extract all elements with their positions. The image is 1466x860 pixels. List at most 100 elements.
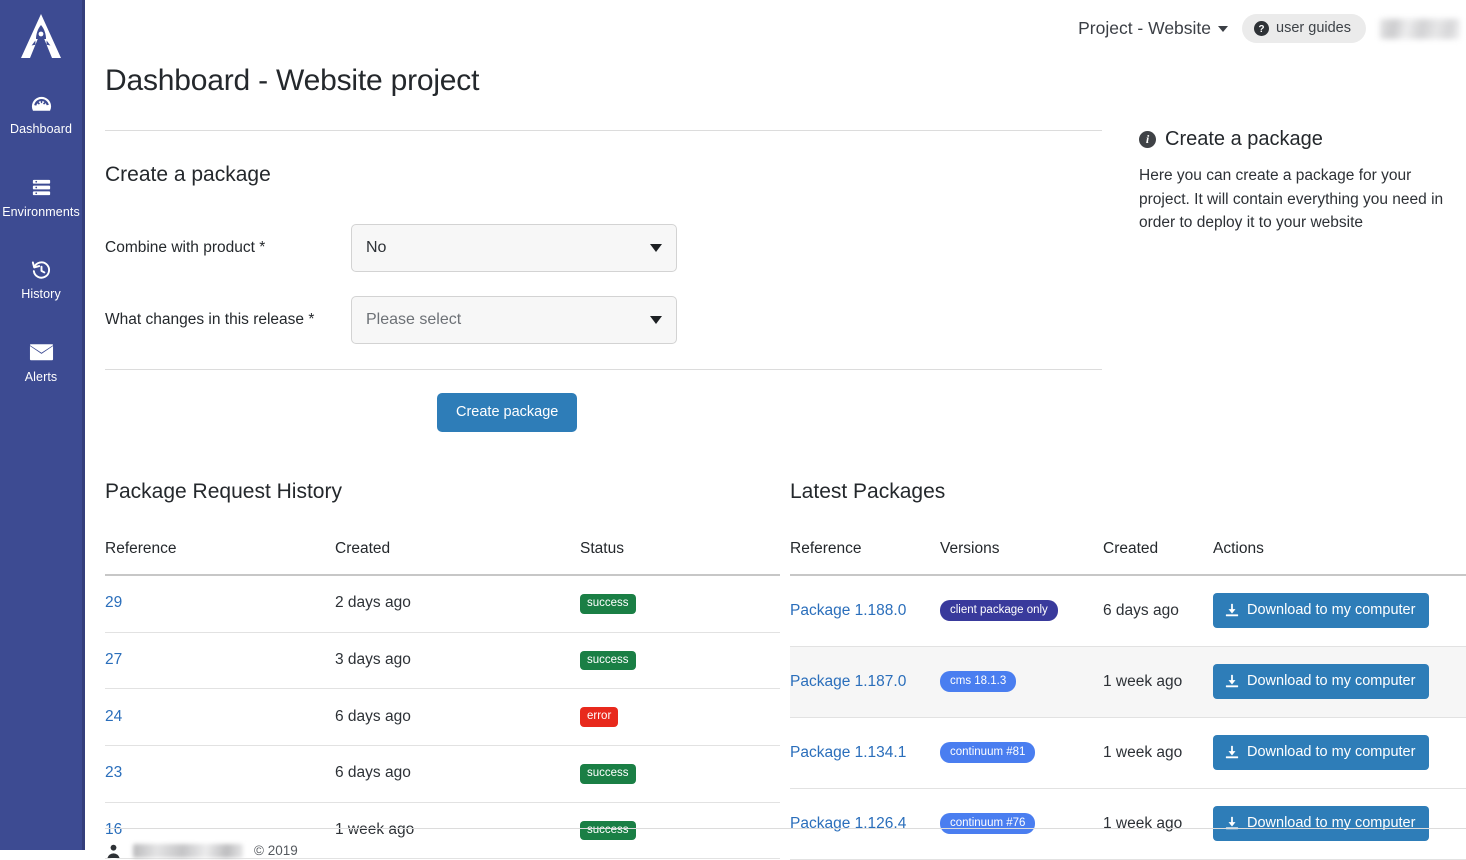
footer-copyright: © 2019 bbox=[254, 843, 298, 858]
column-header-actions: Actions bbox=[1213, 540, 1466, 576]
combine-with-product-value: No bbox=[366, 239, 387, 256]
chevron-down-icon bbox=[1218, 25, 1229, 32]
latest-packages-title: Latest Packages bbox=[790, 480, 946, 503]
table-row: 29 2 days ago success bbox=[105, 575, 780, 633]
table-header-row: Reference Created Status bbox=[105, 540, 780, 576]
user-avatar-icon bbox=[105, 842, 122, 859]
form-row-combine-with-product: Combine with product * No bbox=[105, 224, 677, 272]
chevron-down-icon bbox=[650, 316, 662, 324]
table-row: 24 6 days ago error bbox=[105, 688, 780, 746]
reference-link[interactable]: 29 bbox=[105, 594, 122, 611]
user-guides-label: user guides bbox=[1276, 20, 1351, 36]
status-badge: success bbox=[580, 763, 636, 784]
table-header-row: Reference Versions Created Actions bbox=[790, 540, 1466, 576]
created-cell: 6 days ago bbox=[335, 745, 580, 803]
info-panel-title: Create a package bbox=[1165, 128, 1323, 150]
sidebar-item-label: History bbox=[21, 287, 61, 301]
what-changes-label: What changes in this release * bbox=[105, 311, 315, 328]
project-switcher-label: Project - Website bbox=[1078, 18, 1212, 38]
status-badge: error bbox=[580, 707, 619, 727]
status-badge: success bbox=[580, 650, 636, 671]
sidebar-item-label: Alerts bbox=[24, 369, 58, 384]
sidebar-item-alerts[interactable]: Alerts bbox=[0, 332, 84, 392]
column-header-reference: Reference bbox=[790, 540, 940, 576]
package-request-history-table: Reference Created Status 29 2 days ago s… bbox=[105, 540, 780, 860]
page-title: Dashboard - Website project bbox=[105, 64, 480, 97]
create-package-section-title: Create a package bbox=[105, 163, 271, 186]
server-stack-icon bbox=[30, 176, 53, 200]
download-button-label: Download to my computer bbox=[1247, 602, 1416, 618]
dashboard-gauge-icon bbox=[30, 93, 53, 117]
form-row-what-changes: What changes in this release * Please se… bbox=[105, 296, 677, 344]
package-reference-link[interactable]: Package 1.187.0 bbox=[790, 673, 906, 690]
sidebar: Dashboard Environments History Alerts bbox=[0, 0, 85, 850]
download-icon bbox=[1225, 674, 1239, 688]
sidebar-item-dashboard[interactable]: Dashboard bbox=[0, 84, 84, 144]
created-cell: 1 week ago bbox=[1103, 717, 1213, 789]
column-header-status: Status bbox=[580, 540, 780, 576]
history-clock-icon bbox=[30, 258, 53, 282]
latest-packages-section: Latest Packages Reference Versions Creat… bbox=[790, 480, 1466, 860]
chevron-down-icon bbox=[650, 244, 662, 252]
package-request-history-body: 29 2 days ago success 27 3 days ago succ… bbox=[105, 575, 780, 860]
status-badge: success bbox=[580, 594, 636, 614]
created-cell: 6 days ago bbox=[335, 688, 580, 746]
download-button[interactable]: Download to my computer bbox=[1213, 593, 1430, 628]
table-row: Package 1.188.0 client package only 6 da… bbox=[790, 575, 1466, 647]
rocket-a-logo[interactable] bbox=[13, 10, 69, 62]
footer-logo-redacted bbox=[133, 843, 243, 858]
footer: © 2019 bbox=[105, 828, 1466, 859]
download-button[interactable]: Download to my computer bbox=[1213, 664, 1430, 699]
sidebar-item-label: Environments bbox=[2, 204, 80, 219]
download-button-label: Download to my computer bbox=[1247, 744, 1416, 760]
created-cell: 3 days ago bbox=[335, 632, 580, 690]
info-circle-icon: i bbox=[1139, 131, 1156, 148]
download-button-label: Download to my computer bbox=[1247, 673, 1416, 689]
column-header-created: Created bbox=[335, 540, 580, 576]
sidebar-item-label: Dashboard bbox=[9, 122, 73, 136]
table-row: 27 3 days ago success bbox=[105, 632, 780, 690]
version-badge: client package only bbox=[940, 599, 1058, 622]
what-changes-value: Please select bbox=[366, 311, 462, 328]
user-guides-button[interactable]: ? user guides bbox=[1242, 14, 1366, 43]
sidebar-item-history[interactable]: History bbox=[0, 249, 84, 309]
info-panel-title-row: i Create a package bbox=[1139, 128, 1459, 151]
what-changes-select[interactable]: Please select bbox=[351, 296, 677, 344]
download-icon bbox=[1225, 745, 1239, 759]
column-header-reference: Reference bbox=[105, 540, 335, 576]
table-row: Package 1.134.1 continuum #81 1 week ago… bbox=[790, 717, 1466, 789]
download-icon bbox=[1225, 603, 1239, 617]
user-account-redacted[interactable] bbox=[1380, 18, 1460, 39]
topbar: Project - Website ? user guides bbox=[1078, 14, 1460, 43]
reference-link[interactable]: 24 bbox=[105, 708, 122, 725]
reference-link[interactable]: 27 bbox=[105, 651, 122, 668]
created-cell: 2 days ago bbox=[335, 575, 580, 633]
package-request-history-section: Package Request History Reference Create… bbox=[105, 480, 780, 860]
latest-packages-body: Package 1.188.0 client package only 6 da… bbox=[790, 575, 1466, 860]
svg-text:?: ? bbox=[1259, 23, 1265, 34]
download-button[interactable]: Download to my computer bbox=[1213, 735, 1430, 770]
package-reference-link[interactable]: Package 1.188.0 bbox=[790, 602, 906, 619]
version-badge: cms 18.1.3 bbox=[940, 670, 1017, 693]
combine-with-product-label: Combine with product * bbox=[105, 239, 266, 256]
table-row: Package 1.187.0 cms 18.1.3 1 week ago Do… bbox=[790, 646, 1466, 718]
created-cell: 1 week ago bbox=[1103, 646, 1213, 718]
question-circle-icon: ? bbox=[1254, 20, 1270, 36]
column-header-created: Created bbox=[1103, 540, 1213, 576]
created-cell: 6 days ago bbox=[1103, 575, 1213, 647]
create-package-button[interactable]: Create package bbox=[437, 393, 578, 432]
version-badge: continuum #81 bbox=[940, 741, 1036, 764]
project-switcher-dropdown[interactable]: Project - Website bbox=[1078, 18, 1229, 39]
combine-with-product-select[interactable]: No bbox=[351, 224, 677, 272]
column-header-versions: Versions bbox=[940, 540, 1103, 576]
form-divider bbox=[105, 369, 1102, 370]
header-divider bbox=[105, 130, 1102, 131]
reference-link[interactable]: 23 bbox=[105, 764, 122, 781]
main-content: Project - Website ? user guides Dashboar… bbox=[88, 0, 1466, 860]
package-reference-link[interactable]: Package 1.134.1 bbox=[790, 744, 906, 761]
envelope-icon bbox=[29, 341, 54, 365]
sidebar-item-environments[interactable]: Environments bbox=[0, 167, 84, 227]
table-row: 23 6 days ago success bbox=[105, 745, 780, 803]
info-panel: i Create a package Here you can create a… bbox=[1139, 128, 1459, 235]
package-request-history-title: Package Request History bbox=[105, 480, 342, 503]
